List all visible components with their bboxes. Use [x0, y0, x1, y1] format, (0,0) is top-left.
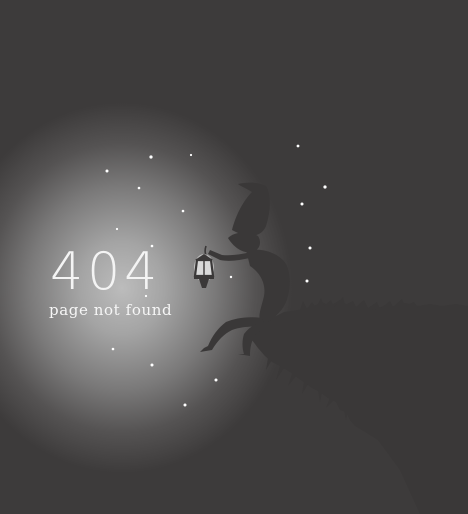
star — [137, 186, 141, 190]
error-page: 404 page not found — [0, 0, 468, 514]
figure-head — [228, 232, 260, 253]
star — [111, 347, 115, 351]
star — [296, 144, 300, 148]
star — [181, 209, 185, 213]
star — [183, 403, 187, 407]
error-message: page not found — [49, 301, 173, 319]
star — [150, 363, 154, 367]
star — [300, 202, 304, 206]
pointed-hat — [232, 182, 270, 236]
star — [105, 169, 109, 173]
star — [305, 279, 309, 283]
star — [323, 185, 327, 189]
star — [189, 153, 193, 157]
star — [214, 378, 218, 382]
star — [229, 275, 233, 279]
star — [115, 227, 119, 231]
cliff-silhouette — [250, 300, 468, 514]
error-code: 404 — [50, 242, 162, 302]
star — [149, 155, 153, 159]
star — [308, 246, 312, 250]
